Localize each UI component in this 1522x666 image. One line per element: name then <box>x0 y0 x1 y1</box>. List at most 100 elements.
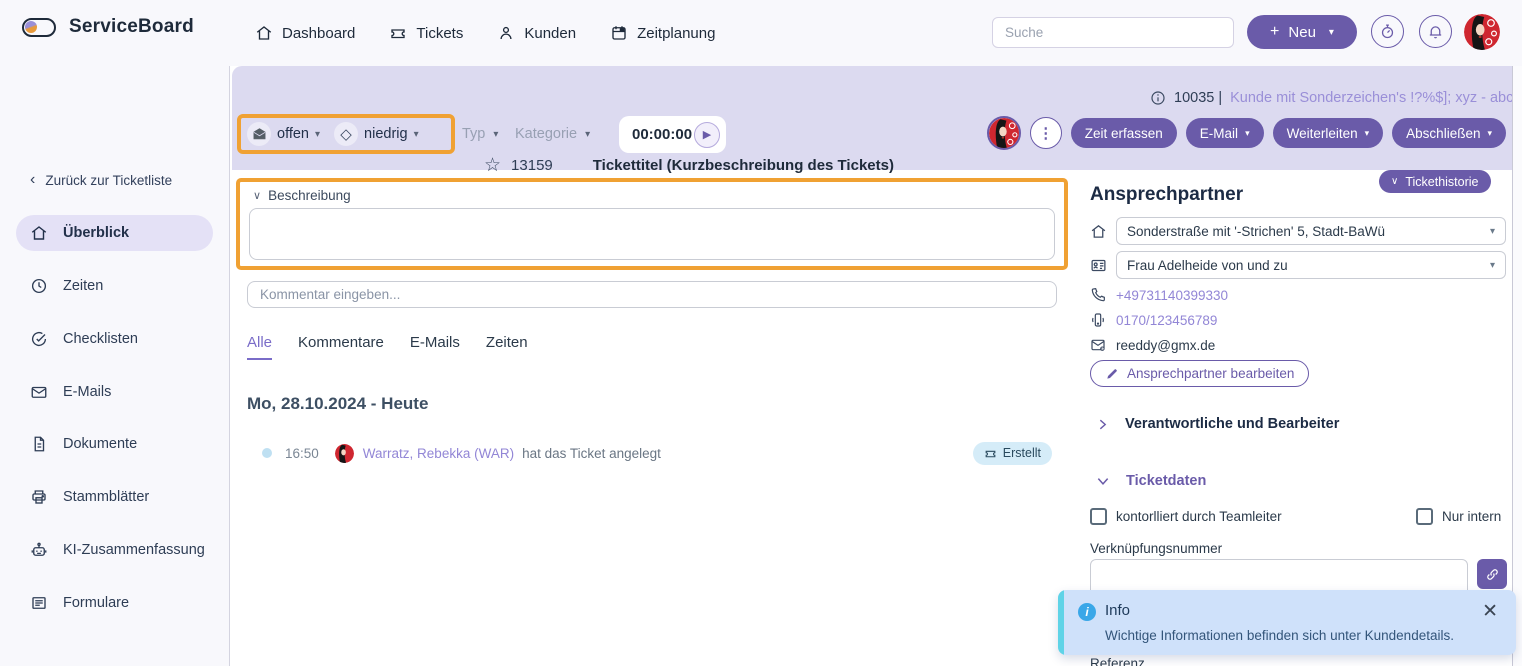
sidebar-item-stammblaetter[interactable]: Stammblätter <box>30 488 149 506</box>
chevron-down-icon: ▾ <box>1365 128 1370 139</box>
new-button[interactable]: + Neu ▾ <box>1247 15 1357 49</box>
edit-contact-button[interactable]: Ansprechpartner bearbeiten <box>1090 360 1309 387</box>
person-icon <box>497 24 515 42</box>
chevron-down-icon: ▾ <box>1245 128 1250 139</box>
document-icon <box>30 435 48 453</box>
ticket-icon <box>984 447 997 460</box>
description-textarea[interactable] <box>249 208 1055 260</box>
email-icon <box>1090 337 1106 353</box>
search-input[interactable] <box>992 17 1234 48</box>
timeline-entry: 16:50 Warratz, Rebekka (WAR) hat das Tic… <box>262 441 1052 465</box>
info-icon: i <box>1078 603 1096 621</box>
assignee-avatar[interactable] <box>987 116 1021 150</box>
notifications-button[interactable] <box>1419 15 1452 48</box>
serviceboard-app: ServiceBoard Dashboard Tickets Kunden Ze… <box>0 0 1522 666</box>
sidebar-item-checklisten[interactable]: Checklisten <box>30 330 138 348</box>
tab-emails[interactable]: E-Mails <box>410 334 460 360</box>
contact-select-row: Frau Adelheide von und zu ▾ <box>1090 251 1506 279</box>
nav-dashboard[interactable]: Dashboard <box>255 24 355 42</box>
stopwatch-button[interactable] <box>1371 15 1404 48</box>
info-icon[interactable] <box>1150 90 1166 106</box>
chevron-down-icon: ▾ <box>1490 260 1495 271</box>
link-button[interactable] <box>1477 559 1507 589</box>
close-icon[interactable]: ✕ <box>1482 600 1498 623</box>
status-dropdown[interactable]: offen <box>277 126 309 142</box>
bell-icon <box>1427 23 1444 40</box>
forward-button[interactable]: Weiterleiten▾ <box>1273 118 1384 148</box>
nav-zeitplanung[interactable]: Zeitplanung <box>610 24 715 42</box>
timer-play-button[interactable]: ▶ <box>694 122 720 148</box>
mobile-number-link[interactable]: 0170/123456789 <box>1116 313 1217 328</box>
sidebar-item-ueberblick[interactable]: Überblick <box>16 215 213 251</box>
address-select-row: Sonderstraße mit '-Strichen' 5, Stadt-Ba… <box>1090 217 1506 245</box>
nav-tickets[interactable]: Tickets <box>389 24 463 42</box>
clock-icon <box>30 277 48 295</box>
customer-row: 10035 | Kunde mit Sonderzeichen's !?%$];… <box>1150 90 1513 106</box>
ticket-sidebar: ‹ Zurück zur Ticketliste Überblick Zeite… <box>0 66 230 666</box>
comment-input[interactable] <box>247 281 1057 308</box>
link-number-label: Verknüpfungsnummer <box>1090 541 1222 556</box>
nur-intern-checkbox[interactable] <box>1416 508 1433 525</box>
priority-dropdown[interactable]: niedrig <box>364 126 408 142</box>
vertical-scrollbar[interactable] <box>1512 66 1522 666</box>
entry-time: 16:50 <box>285 446 319 461</box>
pencil-icon <box>1105 367 1119 381</box>
more-actions-button[interactable]: ⋮ <box>1030 117 1062 149</box>
status-envelope-icon <box>247 122 271 146</box>
responsible-section-toggle[interactable]: Verantwortliche und Bearbeiter <box>1096 416 1339 432</box>
chevron-left-icon: ‹ <box>30 171 35 189</box>
user-avatar[interactable] <box>1464 14 1500 50</box>
record-time-button[interactable]: Zeit erfassen <box>1071 118 1177 148</box>
sidebar-item-ki-zusammenfassung[interactable]: KI-Zusammenfassung <box>30 541 205 559</box>
tab-zeiten[interactable]: Zeiten <box>486 334 528 360</box>
status-priority-highlight: offen ▾ ◇ niedrig ▾ <box>237 114 455 154</box>
top-navigation: Dashboard Tickets Kunden Zeitplanung <box>255 0 715 66</box>
check-circle-icon <box>30 330 48 348</box>
chevron-down-icon: ▾ <box>1487 128 1492 139</box>
nav-kunden[interactable]: Kunden <box>497 24 576 42</box>
chevron-down-icon: ▾ <box>1490 226 1495 237</box>
chevron-down-icon <box>1096 474 1110 488</box>
chevron-down-icon[interactable]: ▾ <box>315 129 320 140</box>
sidebar-item-zeiten[interactable]: Zeiten <box>30 277 103 295</box>
ticketdata-section-toggle[interactable]: Ticketdaten <box>1096 473 1206 489</box>
robot-icon <box>30 541 48 559</box>
tab-alle[interactable]: Alle <box>247 334 272 360</box>
top-bar: ServiceBoard Dashboard Tickets Kunden Ze… <box>0 0 1522 66</box>
phone-icon <box>1090 287 1106 303</box>
back-to-ticketlist[interactable]: ‹ Zurück zur Ticketliste <box>30 171 172 189</box>
ticket-title: Tickettitel (Kurzbeschreibung des Ticket… <box>593 157 894 174</box>
contact-panel-heading: Ansprechpartner <box>1090 184 1243 206</box>
email-address[interactable]: reeddy@gmx.de <box>1116 338 1215 353</box>
tab-kommentare[interactable]: Kommentare <box>298 334 384 360</box>
checkbox-teamleiter-row: kontorlliert durch Teamleiter <box>1090 508 1282 525</box>
checkbox-intern-row: Nur intern <box>1416 508 1501 525</box>
customer-link[interactable]: Kunde mit Sonderzeichen's !?%$]; xyz - a… <box>1230 90 1513 106</box>
description-toggle[interactable]: ∨ Beschreibung <box>253 188 351 203</box>
brand[interactable]: ServiceBoard <box>22 16 194 38</box>
sidebar-item-emails[interactable]: E-Mails <box>30 383 111 401</box>
timeline-date-header: Mo, 28.10.2024 - Heute <box>247 394 428 414</box>
sidebar-item-formulare[interactable]: Formulare <box>30 594 129 612</box>
sidebar-item-dokumente[interactable]: Dokumente <box>30 435 137 453</box>
contact-person-select[interactable]: Frau Adelheide von und zu ▾ <box>1116 251 1506 279</box>
ticket-number: 13159 <box>511 157 553 174</box>
chevron-down-icon[interactable]: ▾ <box>414 129 419 140</box>
type-dropdown[interactable]: Typ ▾ <box>462 126 498 142</box>
close-ticket-button[interactable]: Abschließen▾ <box>1392 118 1506 148</box>
teamleiter-checkbox[interactable] <box>1090 508 1107 525</box>
chevron-right-icon <box>1096 418 1109 431</box>
ticket-history-button[interactable]: ∨ Tickethistorie <box>1379 170 1491 193</box>
email-button[interactable]: E-Mail▾ <box>1186 118 1264 148</box>
phone-number-link[interactable]: +49731140399330 <box>1116 288 1228 303</box>
address-select[interactable]: Sonderstraße mit '-Strichen' 5, Stadt-Ba… <box>1116 217 1506 245</box>
favorite-star-icon[interactable]: ☆ <box>484 154 501 177</box>
chevron-down-icon[interactable]: ▾ <box>1329 27 1334 38</box>
info-toast: i Info Wichtige Informationen befinden s… <box>1058 590 1516 655</box>
form-icon <box>30 594 48 612</box>
play-icon: ▶ <box>703 128 711 141</box>
kebab-icon: ⋮ <box>1038 124 1053 142</box>
entry-user-link[interactable]: Warratz, Rebekka (WAR) <box>363 446 514 461</box>
category-dropdown[interactable]: Kategorie ▾ <box>515 126 590 142</box>
timer-value: 00:00:00 <box>632 126 692 143</box>
